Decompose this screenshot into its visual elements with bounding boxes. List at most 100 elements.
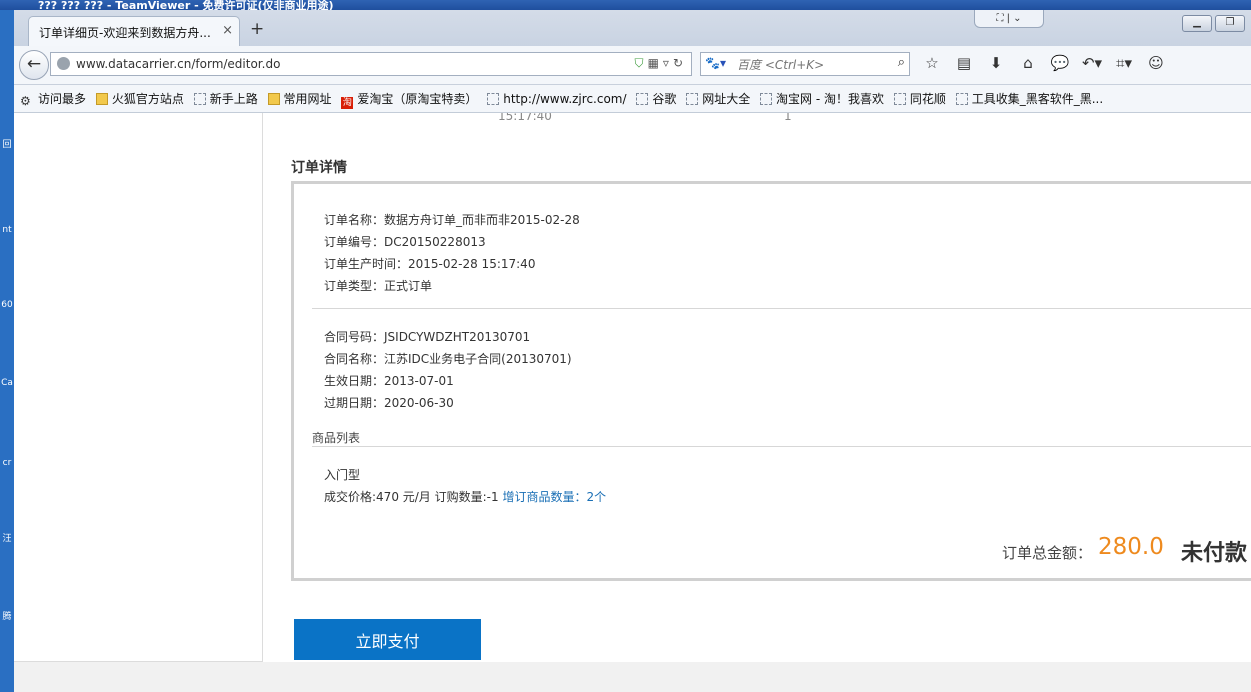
order-detail-box: 订单名称：数据方舟订单_而非而非2015-02-28 订单编号：DC201502…	[291, 181, 1251, 581]
fullscreen-icon[interactable]: ⛶	[996, 13, 1003, 24]
window-title: ??? ??? ??? - TeamViewer - 免费许可证(仅非商业用途)	[38, 0, 334, 10]
bookmark-label: 爱淘宝（原淘宝特卖）	[357, 92, 478, 106]
section-title: 订单详情	[291, 160, 347, 176]
desktop-icon-label[interactable]: 60	[0, 300, 14, 311]
payment-status: 未付款	[1181, 541, 1248, 566]
order-type: 订单类型：正式订单	[324, 279, 433, 293]
bookmark-label: 访问最多	[38, 92, 87, 106]
desktop-icon-label[interactable]: 汪	[0, 534, 14, 545]
navigation-bar: ← www.datacarrier.cn/form/editor.do ⛉▦▿↻…	[14, 46, 1251, 85]
minimize-button[interactable]: ▁	[1182, 15, 1212, 32]
page-icon	[636, 93, 649, 105]
tab-title: 订单详细页-欢迎来到数据方舟...	[39, 26, 211, 40]
desktop-strip: 回 nt 60 Ca cr 汪 腾	[0, 0, 14, 692]
bookmark-label: 新手上路	[209, 92, 258, 106]
bookmark-item[interactable]: http://www.zjrc.com/	[487, 92, 627, 106]
undo-icon[interactable]: ↶▾	[1080, 54, 1104, 72]
bookmark-item[interactable]: 常用网址	[267, 90, 332, 107]
browser-tab[interactable]: 订单详细页-欢迎来到数据方舟... ×	[28, 16, 240, 46]
product-name: 入门型	[324, 468, 361, 482]
desktop-icon-label[interactable]: nt	[0, 225, 14, 236]
left-sidebar	[14, 113, 263, 662]
bookmark-item[interactable]: 火狐官方站点	[95, 90, 184, 107]
add-quantity-link[interactable]: 增订商品数量：2个	[502, 490, 606, 504]
globe-icon	[57, 57, 70, 70]
folder-icon	[95, 93, 108, 105]
chevron-down-icon[interactable]: ⌄	[1013, 13, 1021, 24]
download-icon[interactable]: ⬇	[984, 54, 1008, 72]
page-icon	[760, 93, 773, 105]
taobao-icon: 淘	[341, 97, 354, 109]
products-heading: 商品列表	[312, 431, 361, 445]
order-number: 订单编号：DC20150228013	[324, 235, 486, 249]
new-tab-button[interactable]: +	[250, 19, 264, 39]
bookmarks-bar: ⚙ 访问最多 火狐官方站点 新手上路 常用网址 淘爱淘宝（原淘宝特卖） http:…	[14, 85, 1251, 113]
reload-icon[interactable]: ↻	[673, 56, 687, 70]
previous-row-count: 1	[784, 113, 792, 123]
bookmark-label: http://www.zjrc.com/	[503, 92, 627, 106]
address-bar-tools: ⛉▦▿↻	[635, 56, 687, 71]
page-footer-area	[14, 662, 1251, 692]
toolbar-icons: ☆ ▤ ⬇ ⌂ 💬 ↶▾ ⌗▾ ☺	[920, 54, 1176, 72]
window-title-bar: ??? ??? ??? - TeamViewer - 免费许可证(仅非商业用途)	[0, 0, 1251, 10]
back-button[interactable]: ←	[19, 50, 49, 80]
qr-code-icon[interactable]: ▦	[648, 56, 663, 70]
total-amount-label: 订单总金额：	[1002, 544, 1093, 562]
pay-now-button[interactable]: 立即支付	[294, 619, 481, 660]
desktop-icon-label[interactable]: cr	[0, 458, 14, 469]
product-price-quantity: 成交价格:470 元/月 订购数量:-1 增订商品数量：2个	[324, 488, 606, 505]
bookmark-label: 谷歌	[652, 92, 677, 106]
bookmark-label: 火狐官方站点	[111, 92, 184, 106]
close-tab-icon[interactable]: ×	[222, 23, 233, 38]
page-icon	[686, 93, 699, 105]
contract-effective-date: 生效日期：2013-07-01	[324, 374, 454, 388]
bookmark-item[interactable]: 淘爱淘宝（原淘宝特卖）	[341, 90, 477, 109]
folder-icon	[267, 93, 280, 105]
bookmark-item[interactable]: 谷歌	[636, 90, 676, 107]
arrow-left-icon: ←	[26, 54, 42, 74]
divider	[312, 446, 1251, 447]
page-content: 15:17:40 1 订单详情 订单名称：数据方舟订单_而非而非2015-02-…	[14, 113, 1251, 692]
bookmark-label: 常用网址	[283, 92, 332, 106]
bookmark-item[interactable]: 网址大全	[686, 90, 750, 107]
bookmark-label: 同花顺	[909, 92, 946, 106]
order-name: 订单名称：数据方舟订单_而非而非2015-02-28	[324, 213, 580, 227]
order-created-time: 订单生产时间：2015-02-28 15:17:40	[324, 257, 536, 271]
bookmark-item[interactable]: 新手上路	[193, 90, 258, 107]
chat-icon[interactable]: 💬	[1048, 54, 1072, 72]
crop-icon[interactable]: ⌗▾	[1112, 54, 1136, 72]
bookmark-item[interactable]: 淘宝网 - 淘！我喜欢	[760, 90, 884, 107]
contract-expiry-date: 过期日期：2020-06-30	[324, 396, 454, 410]
dropdown-icon[interactable]: ▿	[663, 56, 673, 70]
paw-icon[interactable]: 🐾▾	[705, 56, 726, 70]
previous-row-time: 15:17:40	[498, 113, 552, 123]
contract-number: 合同号码：JSIDCYWDZHT20130701	[324, 330, 531, 344]
smiley-icon[interactable]: ☺	[1144, 54, 1168, 72]
address-bar[interactable]: www.datacarrier.cn/form/editor.do ⛉▦▿↻	[50, 52, 692, 76]
search-input[interactable]	[735, 55, 889, 75]
bookmark-item[interactable]: 同花顺	[893, 90, 946, 107]
bookmark-label: 淘宝网 - 淘！我喜欢	[776, 92, 885, 106]
bookmark-label: 网址大全	[702, 92, 751, 106]
browser-chrome: 订单详细页-欢迎来到数据方舟... × + ⛶ | ⌄ ▁ ❐ ← www.dat…	[14, 10, 1251, 113]
url-text[interactable]: www.datacarrier.cn/form/editor.do	[76, 57, 280, 71]
window-mini-controls[interactable]: ⛶ | ⌄	[974, 10, 1044, 28]
bookmark-item[interactable]: 工具收集_黑客软件_黑...	[955, 90, 1103, 107]
page-icon	[955, 93, 968, 105]
home-icon[interactable]: ⌂	[1016, 54, 1040, 72]
desktop-icon-label[interactable]: 腾	[0, 612, 14, 623]
restore-button[interactable]: ❐	[1215, 15, 1245, 32]
product-price-text: 成交价格:470 元/月 订购数量:-1	[324, 490, 499, 504]
desktop-icon-label[interactable]: Ca	[0, 378, 14, 389]
gear-icon: ⚙	[20, 94, 31, 108]
bookmark-item[interactable]: ⚙ 访问最多	[20, 90, 87, 108]
shield-icon[interactable]: ⛉	[635, 56, 648, 70]
total-amount: 280.0	[1098, 534, 1164, 560]
search-icon[interactable]: ⌕	[898, 55, 905, 70]
search-bar[interactable]: 🐾▾ ⌕	[700, 52, 910, 76]
star-icon[interactable]: ☆	[920, 54, 944, 72]
desktop-icon-label[interactable]: 回	[0, 140, 14, 151]
page-icon	[893, 93, 906, 105]
reading-list-icon[interactable]: ▤	[952, 54, 976, 72]
contract-name: 合同名称：江苏IDC业务电子合同(20130701)	[324, 352, 572, 366]
